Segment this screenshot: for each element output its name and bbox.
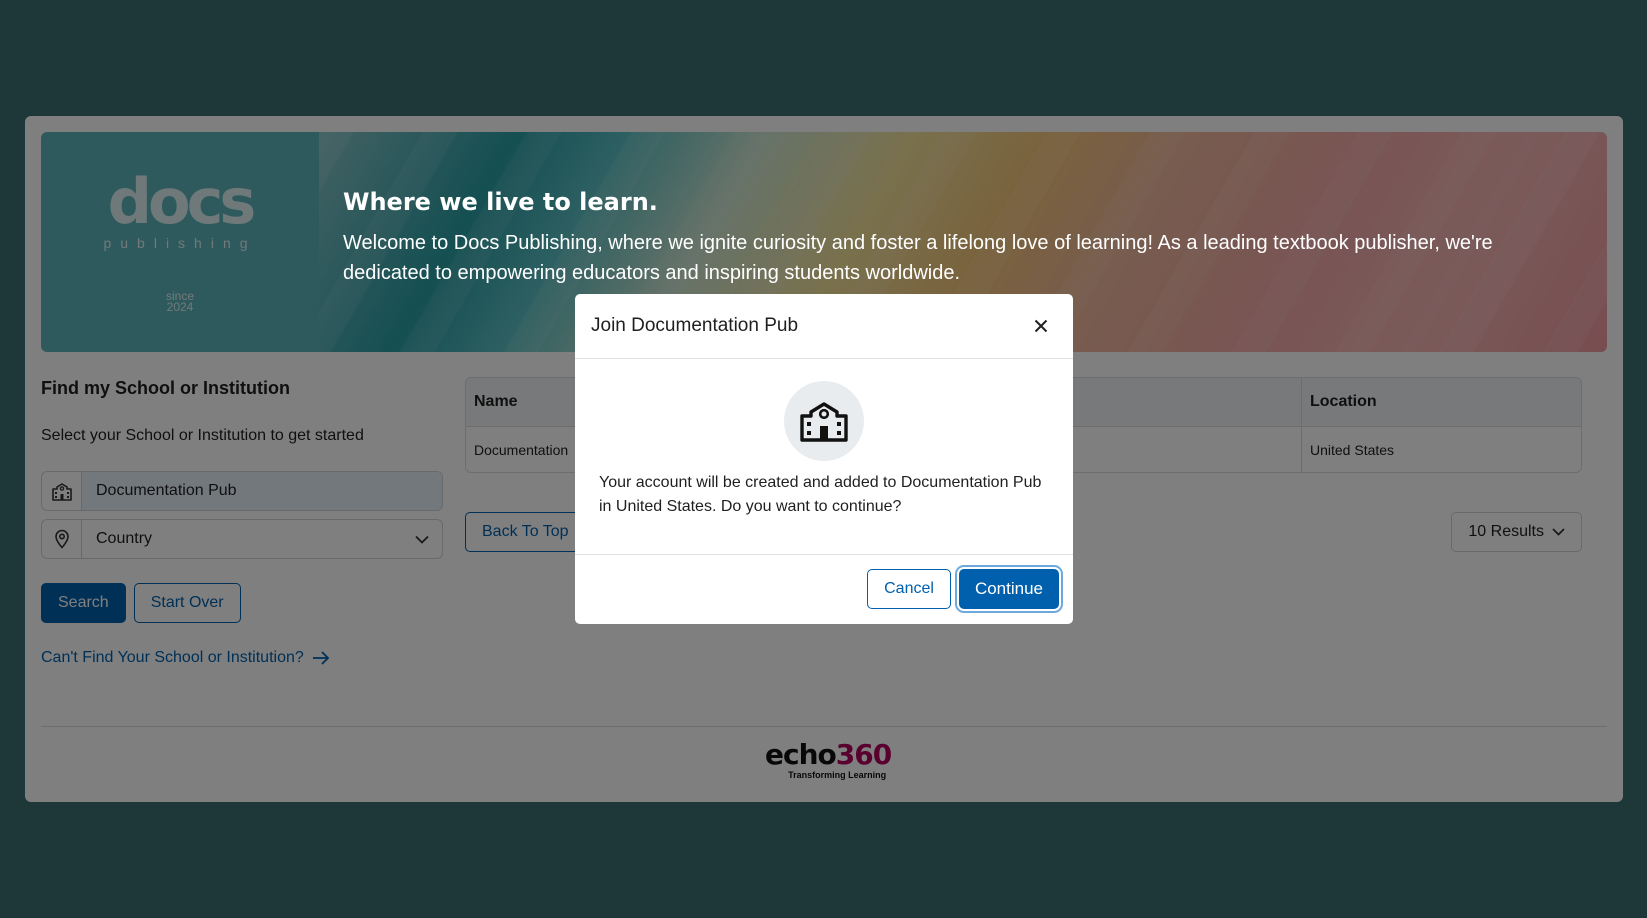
join-dialog: Join Documentation Pub Your account will… (575, 294, 1073, 624)
close-icon (1034, 319, 1048, 333)
dialog-footer: Cancel Continue (575, 555, 1073, 623)
dialog-body: Your account will be created and added t… (575, 359, 1073, 555)
dialog-header: Join Documentation Pub (575, 294, 1073, 359)
dialog-title: Join Documentation Pub (591, 315, 799, 336)
banner-text: Welcome to Docs Publishing, where we ign… (343, 232, 1493, 284)
dialog-message: Your account will be created and added t… (599, 474, 1042, 515)
school-icon (784, 381, 864, 461)
close-button[interactable] (1025, 310, 1057, 342)
cancel-button[interactable]: Cancel (867, 569, 951, 609)
continue-button[interactable]: Continue (958, 569, 1059, 609)
banner-title: Where we live to learn. (343, 188, 658, 216)
